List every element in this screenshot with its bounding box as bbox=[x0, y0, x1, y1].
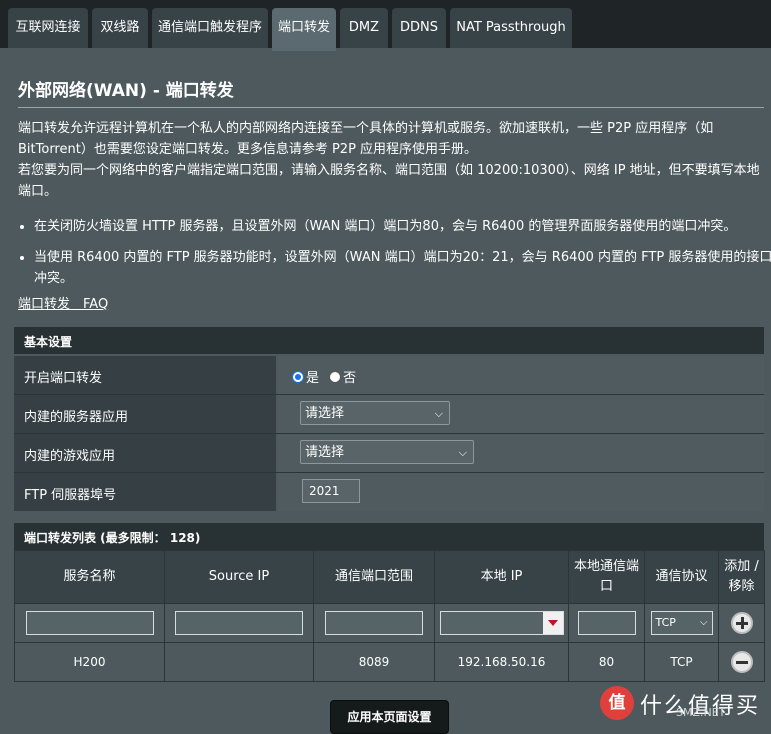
col-local-ip: 本地 IP bbox=[434, 550, 569, 604]
new-protocol-select[interactable]: TCP ⌵ bbox=[650, 611, 713, 635]
tab-nat-passthrough[interactable]: NAT Passthrough bbox=[450, 8, 572, 48]
col-add-remove: 添加 / 移除 bbox=[718, 550, 765, 604]
note-http-conflict: 在关闭防火墙设置 HTTP 服务器，且设置外网（WAN 端口）端口为80，会与 … bbox=[34, 216, 771, 237]
server-app-value-cell: 请选择 ⌵ bbox=[278, 395, 764, 433]
add-cell bbox=[718, 603, 765, 643]
server-app-label: 内建的服务器应用 bbox=[24, 410, 129, 425]
game-app-value-cell: 请选择 ⌵ bbox=[278, 434, 764, 472]
ftp-port-label-cell: FTP 伺服器埠号 bbox=[14, 473, 276, 511]
new-local-port-cell bbox=[568, 603, 645, 643]
enable-label-cell: 开启端口转发 bbox=[14, 356, 276, 394]
new-rule-row: TCP ⌵ bbox=[14, 603, 765, 643]
table-row: H200 8089 192.168.50.16 80 TCP bbox=[14, 642, 765, 682]
server-app-select-value: 请选择 bbox=[305, 406, 345, 421]
table-header-row: 服务名称 Source IP 通信端口范围 本地 IP 本地通信端口 通信协议 … bbox=[14, 550, 765, 604]
ftp-port-row: FTP 伺服器埠号 2021 bbox=[14, 473, 764, 511]
col-source-ip: Source IP bbox=[164, 550, 314, 604]
col-service-name: 服务名称 bbox=[14, 550, 165, 604]
port-forward-table: 服务名称 Source IP 通信端口范围 本地 IP 本地通信端口 通信协议 … bbox=[14, 550, 765, 682]
radio-no-label: 否 bbox=[343, 371, 357, 386]
tab-dmz[interactable]: DMZ bbox=[340, 8, 388, 48]
row-local-ip: 192.168.50.16 bbox=[434, 642, 569, 682]
port-forward-list-title: 端口转发列表 (最多限制： 128) bbox=[24, 531, 201, 545]
ftp-port-input[interactable]: 2021 bbox=[302, 479, 360, 503]
note-ftp-conflict: 当使用 R6400 内置的 FTP 服务器功能时，设置外网（WAN 端口）端口为… bbox=[34, 247, 771, 289]
radio-no[interactable] bbox=[329, 370, 342, 383]
new-service-cell bbox=[14, 603, 165, 643]
apply-button[interactable]: 应用本页面设置 bbox=[330, 700, 449, 734]
watermark-sub: SMZ.NET bbox=[676, 706, 726, 719]
server-app-label-cell: 内建的服务器应用 bbox=[14, 395, 276, 433]
title-divider bbox=[18, 107, 764, 108]
tab-dual-wan[interactable]: 双线路 bbox=[92, 8, 148, 48]
radio-yes[interactable] bbox=[292, 370, 304, 383]
row-protocol: TCP bbox=[644, 642, 719, 682]
enable-port-forwarding-row: 开启端口转发 是 否 bbox=[14, 356, 764, 394]
tab-ddns[interactable]: DDNS bbox=[392, 8, 446, 48]
tab-bar: 互联网连接 双线路 通信端口触发程序 端口转发 DMZ DDNS NAT Pas… bbox=[0, 0, 771, 51]
col-local-port: 本地通信端口 bbox=[568, 550, 645, 604]
intro-paragraph-1: 端口转发允许远程计算机在一个私人的内部网络内连接至一个具体的计算机或服务。欲加速… bbox=[18, 121, 714, 157]
page-title: 外部网络(WAN) - 端口转发 bbox=[18, 81, 234, 101]
new-source-ip-cell bbox=[164, 603, 314, 643]
new-local-ip-cell bbox=[434, 603, 569, 643]
row-local-port: 80 bbox=[568, 642, 645, 682]
chevron-down-icon: ⌵ bbox=[699, 617, 708, 628]
new-service-input[interactable] bbox=[25, 611, 154, 635]
col-port-range: 通信端口范围 bbox=[313, 550, 435, 604]
new-protocol-cell: TCP ⌵ bbox=[644, 603, 719, 643]
new-local-port-input[interactable] bbox=[577, 611, 636, 635]
col-protocol: 通信协议 bbox=[644, 550, 719, 604]
basic-settings-header: 基本设置 bbox=[14, 327, 764, 354]
basic-settings-title: 基本设置 bbox=[24, 335, 73, 349]
row-service: H200 bbox=[14, 642, 165, 682]
intro-paragraph-2: 若您要为同一个网络中的客户端指定端口范围，请输入服务名称、端口范围（如 1020… bbox=[18, 163, 760, 199]
tab-internet-connection[interactable]: 互联网连接 bbox=[8, 8, 88, 48]
ftp-port-value-cell: 2021 bbox=[278, 473, 764, 511]
port-forward-list-header: 端口转发列表 (最多限制： 128) bbox=[14, 523, 764, 550]
game-app-row: 内建的游戏应用 请选择 ⌵ bbox=[14, 434, 764, 472]
row-source-ip bbox=[164, 642, 314, 682]
enable-label: 开启端口转发 bbox=[24, 371, 103, 386]
server-app-select[interactable]: 请选择 ⌵ bbox=[300, 401, 450, 425]
radio-yes-label: 是 bbox=[306, 371, 320, 386]
tab-port-forwarding[interactable]: 端口转发 bbox=[272, 8, 336, 51]
dropdown-arrow-icon[interactable] bbox=[542, 612, 563, 634]
game-app-select[interactable]: 请选择 ⌵ bbox=[300, 440, 474, 464]
chevron-down-icon: ⌵ bbox=[458, 446, 467, 459]
remove-icon[interactable] bbox=[730, 651, 753, 673]
row-port-range: 8089 bbox=[313, 642, 435, 682]
new-port-range-cell bbox=[313, 603, 435, 643]
chevron-down-icon: ⌵ bbox=[434, 407, 443, 420]
tab-port-trigger[interactable]: 通信端口触发程序 bbox=[152, 8, 268, 48]
faq-link[interactable]: 端口转发 FAQ bbox=[18, 293, 108, 312]
add-icon[interactable] bbox=[730, 612, 753, 634]
radio-yes-group[interactable]: 是 否 bbox=[292, 367, 356, 386]
watermark-logo-icon: 值 bbox=[600, 686, 634, 720]
game-app-label: 内建的游戏应用 bbox=[24, 449, 116, 464]
new-local-ip-combo[interactable] bbox=[439, 611, 564, 635]
watermark: 值 什么值得买 SMZ.NET bbox=[600, 686, 770, 726]
enable-value-cell: 是 否 bbox=[278, 356, 764, 394]
new-port-range-input[interactable] bbox=[325, 611, 423, 635]
remove-cell bbox=[718, 642, 765, 682]
new-protocol-value: TCP bbox=[655, 616, 676, 629]
note-list: 在关闭防火墙设置 HTTP 服务器，且设置外网（WAN 端口）端口为80，会与 … bbox=[18, 216, 771, 299]
intro-text: 端口转发允许远程计算机在一个私人的内部网络内连接至一个具体的计算机或服务。欲加速… bbox=[18, 118, 763, 202]
server-app-row: 内建的服务器应用 请选择 ⌵ bbox=[14, 395, 764, 433]
new-source-ip-input[interactable] bbox=[175, 611, 303, 635]
ftp-port-label: FTP 伺服器埠号 bbox=[24, 488, 117, 503]
game-app-label-cell: 内建的游戏应用 bbox=[14, 434, 276, 472]
game-app-select-value: 请选择 bbox=[305, 445, 345, 460]
